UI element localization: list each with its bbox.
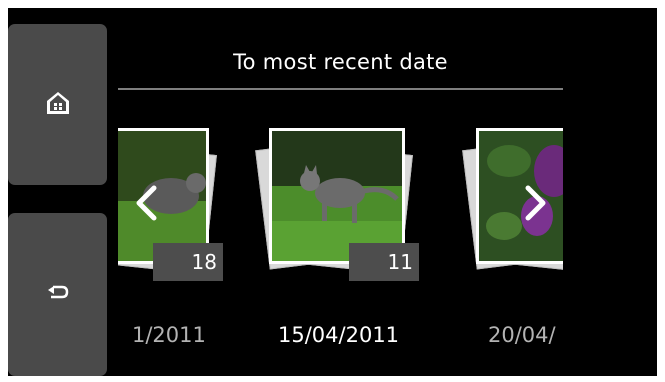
photo-count-badge: 11 xyxy=(349,243,419,281)
chevron-left-icon xyxy=(134,185,158,225)
photo-count-badge: 18 xyxy=(153,243,223,281)
back-button[interactable] xyxy=(8,213,107,376)
home-icon xyxy=(45,90,71,120)
back-icon xyxy=(47,284,69,306)
photo-date-previous: 1/2011 xyxy=(132,323,206,347)
photo-date-current: 15/04/2011 xyxy=(278,323,400,347)
next-photo-button[interactable] xyxy=(516,180,556,230)
photo-thumbnail-current[interactable]: 11 xyxy=(255,128,419,281)
home-button[interactable] xyxy=(8,24,107,185)
photo-browser-screen: To most recent date 18 1/2011 11 15/04/2… xyxy=(8,8,657,376)
title-divider xyxy=(118,88,563,90)
previous-photo-button[interactable] xyxy=(126,180,166,230)
photo-carousel: 18 1/2011 11 15/04/2011 20/04/ xyxy=(118,98,563,376)
page-title: To most recent date xyxy=(233,50,448,74)
chevron-right-icon xyxy=(524,185,548,225)
photo-date-next: 20/04/ xyxy=(488,323,556,347)
